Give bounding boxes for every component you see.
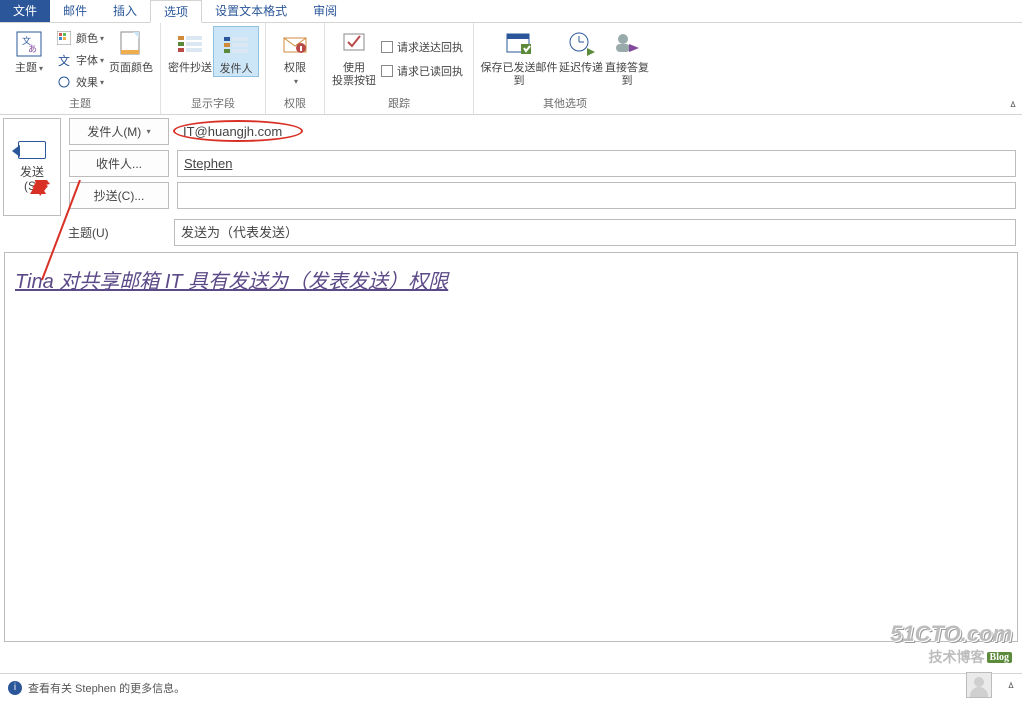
checkbox-icon bbox=[381, 65, 393, 77]
theme-effect-label: 效果 bbox=[76, 74, 98, 90]
subject-row: 主题(U) 发送为（代表发送） bbox=[0, 216, 1022, 252]
watermark-line2: 技术博客 bbox=[929, 651, 985, 666]
to-field-button[interactable]: 收件人... bbox=[69, 150, 169, 177]
from-label: 发件人 bbox=[220, 63, 253, 76]
permission-icon bbox=[279, 28, 311, 60]
people-pane-footer: i 查看有关 Stephen 的更多信息。 ㅿ bbox=[0, 673, 1022, 701]
ribbon-group-tracking: 使用 投票按钮 请求送达回执 请求已读回执 跟踪 bbox=[325, 23, 474, 114]
theme-color-label: 颜色 bbox=[76, 30, 98, 46]
tab-review[interactable]: 审阅 bbox=[300, 0, 350, 22]
theme-button[interactable]: 文あ 主题▾ bbox=[6, 26, 52, 75]
permission-label: 权限 bbox=[284, 62, 306, 74]
ribbon-group-theme: 文あ 主题▾ 颜色▾ 文 字体▾ 效果▾ bbox=[0, 23, 161, 114]
ribbon-label-tracking: 跟踪 bbox=[388, 93, 410, 114]
save-sent-label: 保存已发送邮件 到 bbox=[481, 62, 558, 88]
direct-reply-label: 直接答复 到 bbox=[605, 62, 649, 88]
theme-font-button[interactable]: 文 字体▾ bbox=[52, 50, 108, 70]
from-field-button[interactable]: 发件人(M) ▾ bbox=[69, 118, 169, 145]
ribbon: 文あ 主题▾ 颜色▾ 文 字体▾ 效果▾ bbox=[0, 23, 1022, 115]
checkbox-icon bbox=[381, 41, 393, 53]
permission-button[interactable]: 权限▾ bbox=[272, 26, 318, 88]
effect-icon bbox=[56, 74, 72, 90]
theme-font-label: 字体 bbox=[76, 52, 98, 68]
save-sent-button[interactable]: 保存已发送邮件 到 bbox=[480, 26, 558, 88]
from-icon bbox=[220, 29, 252, 61]
direct-reply-button[interactable]: 直接答复 到 bbox=[604, 26, 650, 88]
ribbon-group-other: 保存已发送邮件 到 延迟传递 直接答复 到 其他选项 bbox=[474, 23, 656, 114]
send-icon bbox=[18, 141, 46, 159]
ribbon-collapse-button[interactable]: ㅿ bbox=[1008, 96, 1018, 112]
send-label: 发送 (S) bbox=[20, 165, 44, 193]
ribbon-group-showfields: 密件抄送 发件人 显示字段 bbox=[161, 23, 266, 114]
subject-input[interactable]: 发送为（代表发送） bbox=[174, 219, 1016, 246]
vote-label: 使用 投票按钮 bbox=[332, 62, 376, 88]
direct-reply-icon bbox=[611, 28, 643, 60]
tab-insert[interactable]: 插入 bbox=[100, 0, 150, 22]
ribbon-label-permission: 权限 bbox=[284, 93, 306, 114]
compose-header: 发送 (S) 发件人(M) ▾ IT@huangjh.com 收件人... St… bbox=[0, 115, 1022, 216]
theme-label: 主题 bbox=[15, 62, 37, 74]
bcc-icon bbox=[174, 28, 206, 60]
bcc-label: 密件抄送 bbox=[168, 62, 212, 75]
delay-label: 延迟传递 bbox=[559, 62, 603, 75]
ribbon-label-showfields: 显示字段 bbox=[191, 93, 235, 114]
vote-button[interactable]: 使用 投票按钮 bbox=[331, 26, 377, 88]
from-value: IT@huangjh.com bbox=[177, 118, 288, 145]
delay-icon bbox=[565, 28, 597, 60]
cc-field-button[interactable]: 抄送(C)... bbox=[69, 182, 169, 209]
svg-text:あ: あ bbox=[28, 44, 37, 54]
theme-icon: 文あ bbox=[13, 28, 45, 60]
from-button[interactable]: 发件人 bbox=[213, 26, 259, 77]
people-pane-expand[interactable]: ㅿ bbox=[1006, 677, 1016, 693]
tab-file[interactable]: 文件 bbox=[0, 0, 50, 22]
watermark-blog-badge: Blog bbox=[987, 652, 1012, 663]
delivery-receipt-label: 请求送达回执 bbox=[397, 39, 463, 55]
save-sent-icon bbox=[503, 28, 535, 60]
page-color-label: 页面颜色 bbox=[109, 62, 153, 75]
footer-text: 查看有关 Stephen 的更多信息。 bbox=[28, 680, 185, 696]
bcc-button[interactable]: 密件抄送 bbox=[167, 26, 213, 75]
delay-delivery-button[interactable]: 延迟传递 bbox=[558, 26, 604, 75]
font-icon: 文 bbox=[56, 52, 72, 68]
to-input[interactable]: Stephen bbox=[177, 150, 1016, 177]
tab-format[interactable]: 设置文本格式 bbox=[202, 0, 300, 22]
contact-avatar[interactable] bbox=[966, 672, 992, 698]
svg-text:文: 文 bbox=[58, 53, 70, 67]
palette-icon bbox=[56, 30, 72, 46]
cc-input[interactable] bbox=[177, 182, 1016, 209]
read-receipt-checkbox[interactable]: 请求已读回执 bbox=[377, 60, 467, 82]
send-button[interactable]: 发送 (S) bbox=[3, 118, 61, 216]
delivery-receipt-checkbox[interactable]: 请求送达回执 bbox=[377, 36, 467, 58]
tab-mail[interactable]: 邮件 bbox=[50, 0, 100, 22]
info-icon: i bbox=[8, 681, 22, 695]
theme-color-button[interactable]: 颜色▾ bbox=[52, 28, 108, 48]
ribbon-tabstrip: 文件 邮件 插入 选项 设置文本格式 审阅 bbox=[0, 0, 1022, 23]
ribbon-group-permission: 权限▾ 权限 bbox=[266, 23, 325, 114]
ribbon-label-other: 其他选项 bbox=[543, 93, 587, 114]
read-receipt-label: 请求已读回执 bbox=[397, 63, 463, 79]
tab-options[interactable]: 选项 bbox=[150, 0, 202, 23]
theme-effect-button[interactable]: 效果▾ bbox=[52, 72, 108, 92]
message-body[interactable]: Tina 对共享邮箱 IT 具有发送为（发表发送）权限 bbox=[4, 252, 1018, 642]
page-color-icon bbox=[115, 28, 147, 60]
page-color-button[interactable]: 页面颜色 bbox=[108, 26, 154, 75]
ribbon-label-theme: 主题 bbox=[69, 93, 91, 114]
subject-label: 主题(U) bbox=[66, 224, 166, 241]
body-text: Tina 对共享邮箱 IT 具有发送为（发表发送）权限 bbox=[15, 271, 448, 293]
vote-icon bbox=[338, 28, 370, 60]
